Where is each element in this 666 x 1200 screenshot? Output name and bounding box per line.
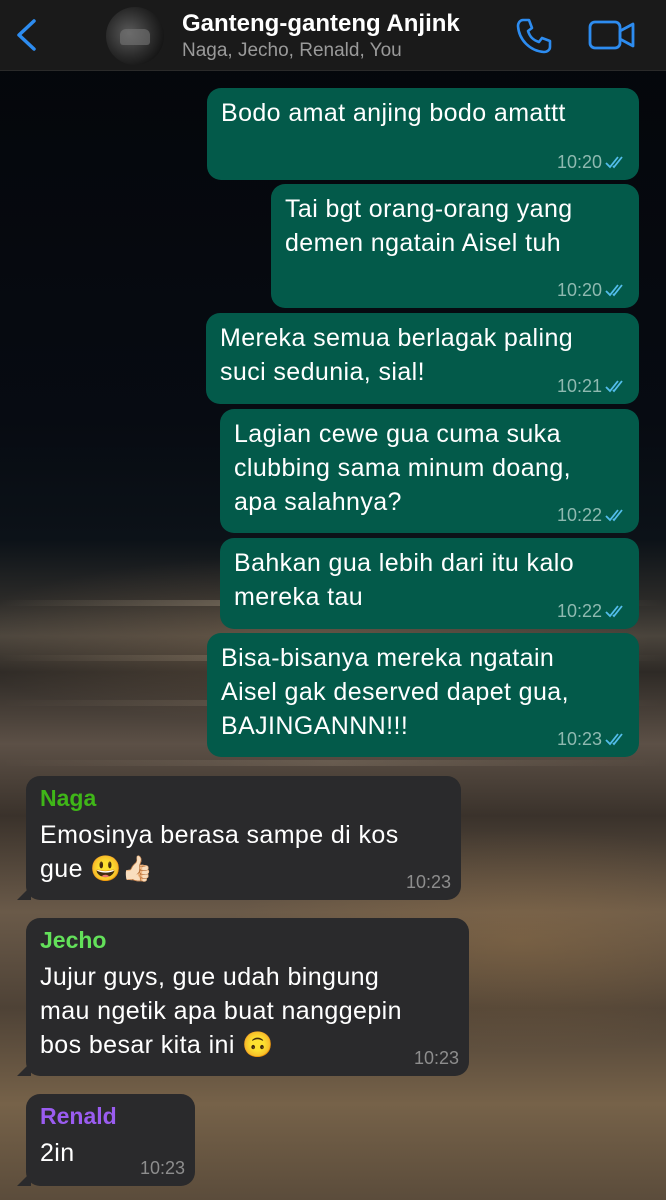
video-camera-icon[interactable]	[588, 18, 636, 52]
message-text: Emosinya berasa sampe di kos gue 😃👍🏻	[40, 821, 399, 883]
message-time: 10:23	[556, 729, 602, 749]
group-members[interactable]: Naga, Jecho, Renald, You	[182, 40, 402, 62]
read-ticks-icon	[605, 509, 623, 522]
message-meta: 10:20	[557, 152, 629, 172]
message-time: 10:22	[556, 505, 602, 525]
message-meta: 10:20	[557, 280, 629, 300]
message-meta: 10:23	[406, 872, 451, 892]
read-ticks-icon	[605, 733, 623, 746]
message-text: 2in	[40, 1139, 75, 1167]
message-bubble-incoming[interactable]: Renald 2in 10:23	[17, 1094, 195, 1186]
read-ticks-icon	[605, 284, 623, 297]
message-meta: 10:22	[557, 601, 629, 621]
message-bubble-outgoing[interactable]: Tai bgt orang-orang yang demen ngatain A…	[271, 184, 639, 308]
read-ticks-icon	[605, 156, 623, 169]
message-time: 10:23	[413, 1048, 459, 1068]
message-time: 10:20	[556, 280, 602, 300]
message-bubble-outgoing[interactable]: Bodo amat anjing bodo amattt 10:20	[207, 88, 639, 180]
chat-header: Ganteng-ganteng Anjink Naga, Jecho, Rena…	[0, 0, 666, 71]
message-meta: 10:23	[557, 729, 629, 749]
message-bubble-outgoing[interactable]: Bahkan gua lebih dari itu kalo mereka ta…	[220, 538, 639, 629]
message-meta: 10:23	[414, 1048, 459, 1068]
message-meta: 10:23	[140, 1158, 185, 1178]
message-time: 10:20	[556, 152, 602, 172]
message-meta: 10:22	[557, 505, 629, 525]
group-title[interactable]: Ganteng-ganteng Anjink	[182, 10, 460, 38]
message-text: Jujur guys, gue udah bingung mau ngetik …	[40, 963, 402, 1059]
message-bubble-outgoing[interactable]: Lagian cewe gua cuma suka clubbing sama …	[220, 409, 639, 533]
message-text: Mereka semua berlagak paling suci seduni…	[220, 324, 574, 386]
phone-icon[interactable]	[514, 16, 554, 56]
message-bubble-outgoing[interactable]: Mereka semua berlagak paling suci seduni…	[206, 313, 639, 404]
group-avatar[interactable]	[106, 7, 164, 65]
read-ticks-icon	[605, 605, 623, 618]
message-text: Bahkan gua lebih dari itu kalo mereka ta…	[234, 549, 575, 611]
message-time: 10:23	[139, 1158, 185, 1178]
read-ticks-icon	[605, 380, 623, 393]
message-text: Bisa-bisanya mereka ngatain Aisel gak de…	[221, 644, 569, 740]
message-text: Lagian cewe gua cuma suka clubbing sama …	[234, 420, 571, 516]
message-text: Tai bgt orang-orang yang demen ngatain A…	[285, 195, 573, 257]
message-time: 10:21	[556, 376, 602, 396]
message-time: 10:22	[556, 601, 602, 621]
message-text: Bodo amat anjing bodo amattt	[221, 99, 566, 127]
message-meta: 10:21	[557, 376, 629, 396]
message-bubble-incoming[interactable]: Jecho Jujur guys, gue udah bingung mau n…	[17, 918, 469, 1076]
message-bubble-outgoing[interactable]: Bisa-bisanya mereka ngatain Aisel gak de…	[207, 633, 639, 757]
sender-name[interactable]: Naga	[40, 784, 96, 812]
message-time: 10:23	[405, 872, 451, 892]
message-bubble-incoming[interactable]: Naga Emosinya berasa sampe di kos gue 😃👍…	[17, 776, 461, 900]
sender-name[interactable]: Renald	[40, 1102, 117, 1130]
chevron-left-icon[interactable]	[14, 18, 40, 52]
sender-name[interactable]: Jecho	[40, 926, 106, 954]
